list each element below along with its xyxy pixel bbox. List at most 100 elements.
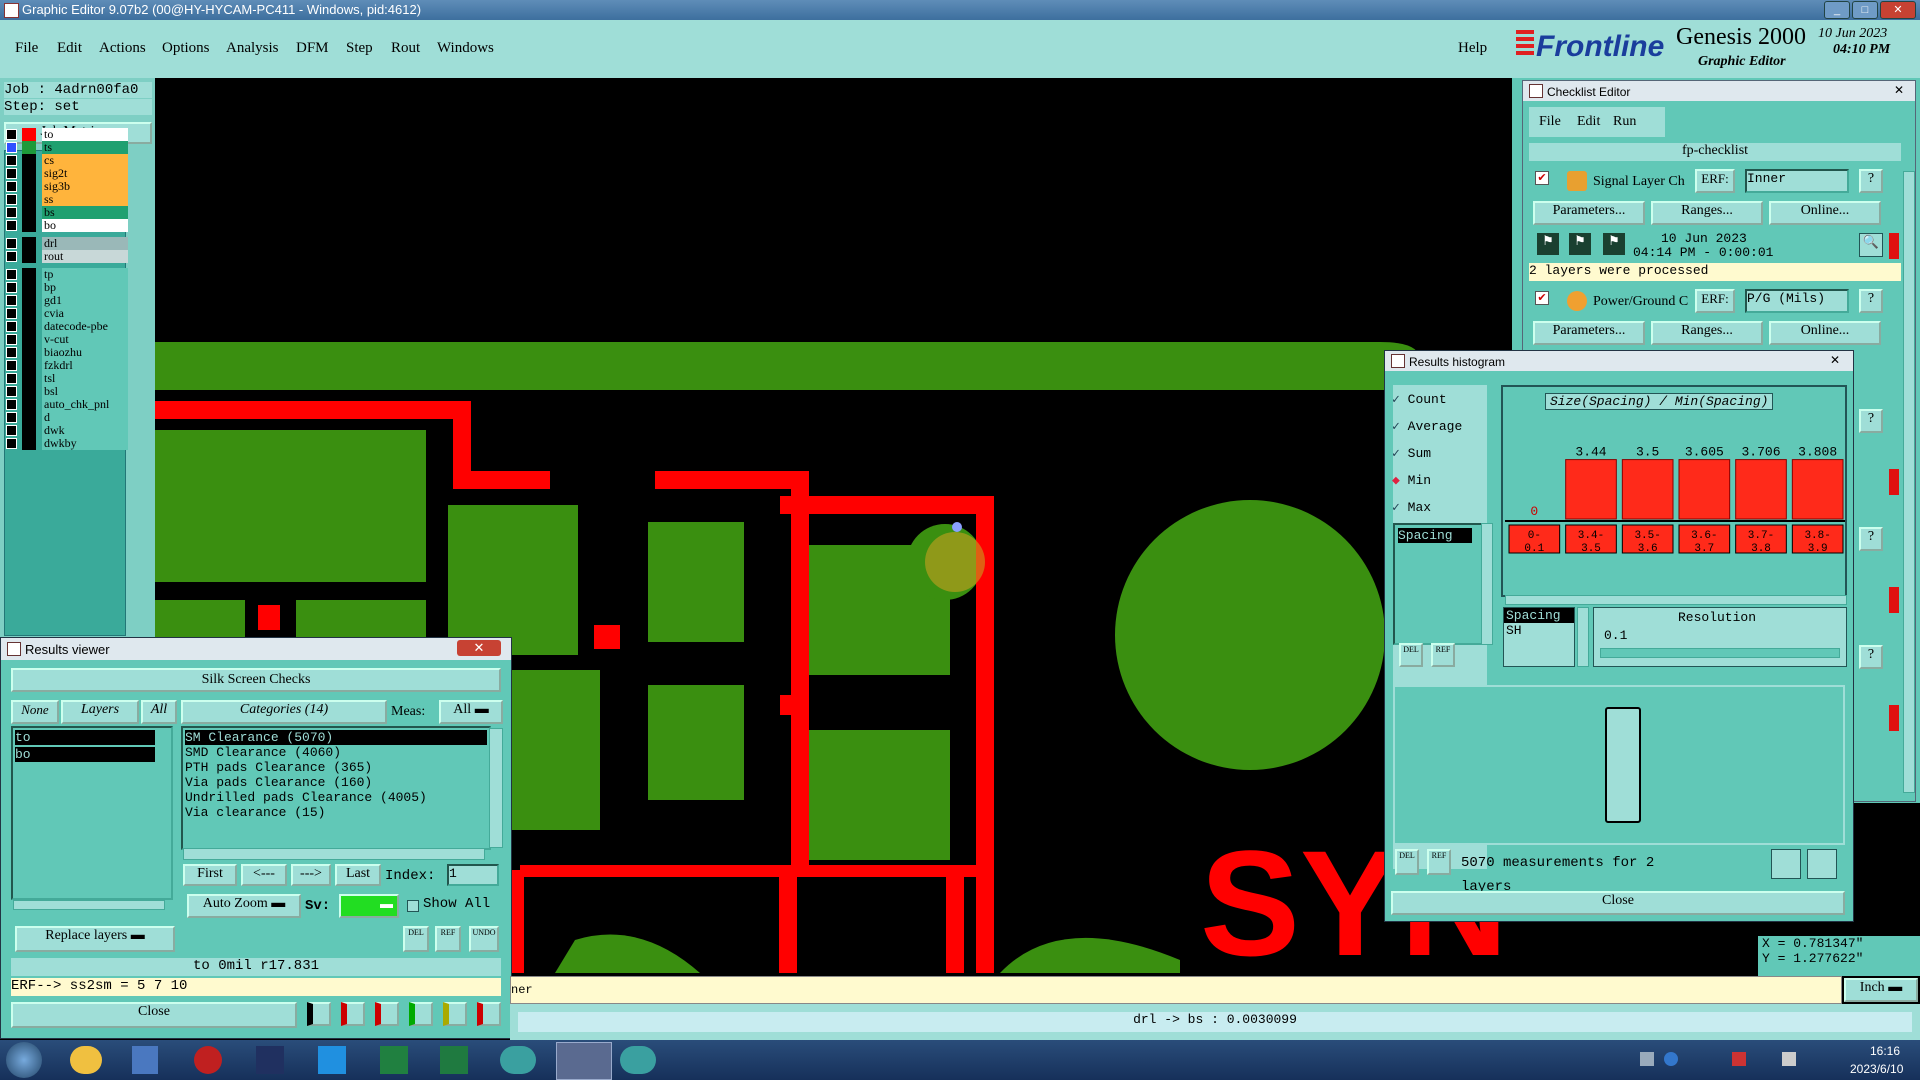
menu-options[interactable]: Options (162, 40, 210, 57)
action1-online-button[interactable]: Online... (1769, 201, 1881, 225)
save-app-icon[interactable] (256, 1046, 284, 1074)
layer-checkbox[interactable] (6, 386, 17, 397)
action2-label[interactable]: Power/Ground C (1593, 294, 1688, 310)
menu-windows[interactable]: Windows (437, 40, 494, 57)
layer-checkbox[interactable] (6, 194, 17, 205)
layer-checkbox[interactable] (6, 238, 17, 249)
messenger-app-icon[interactable] (318, 1046, 346, 1074)
ref-button[interactable]: REF (435, 926, 461, 952)
units-dropdown[interactable]: Inch ▬ (1844, 978, 1918, 1002)
last-button[interactable]: Last (335, 864, 381, 886)
run-icon[interactable]: ⚑ (1569, 233, 1591, 255)
action2-erf-value[interactable]: P/G (Mils) (1745, 289, 1849, 313)
show-all-checkbox[interactable] (407, 900, 419, 912)
layer-name[interactable]: bo (42, 219, 128, 232)
layer-checkbox[interactable] (6, 220, 17, 231)
measure-list-vscroll[interactable] (1481, 523, 1493, 645)
app-p-icon[interactable] (380, 1046, 408, 1074)
checklist-menu-run[interactable]: Run (1613, 114, 1636, 130)
layer-box-scroll[interactable] (1577, 607, 1589, 667)
del-button[interactable]: DEL (403, 926, 429, 952)
results-viewer-close-x[interactable]: ✕ (457, 640, 501, 656)
layer-row-rout[interactable]: rout (6, 250, 128, 263)
layer-color-swatch[interactable] (22, 237, 36, 250)
run-icon[interactable]: ⚑ (1537, 233, 1559, 255)
layer-row-tsl[interactable]: tsl (6, 372, 128, 385)
checklist-menu-edit[interactable]: Edit (1577, 114, 1600, 130)
layer-color-swatch[interactable] (22, 320, 36, 333)
checklist-close-x[interactable]: ✕ (1889, 83, 1909, 97)
histogram-bar[interactable] (1678, 459, 1731, 520)
menu-dfm[interactable]: DFM (296, 40, 329, 57)
action1-checkbox[interactable]: ✔ (1535, 171, 1549, 185)
pointer-icon[interactable] (307, 1002, 331, 1026)
meas-dropdown[interactable]: All ▬ (439, 700, 503, 724)
layer-checkbox[interactable] (6, 321, 17, 332)
layer-checkbox[interactable] (6, 251, 17, 262)
layer-row-gd1[interactable]: gd1 (6, 294, 128, 307)
histogram-option-max[interactable]: ✓ Max (1392, 500, 1431, 515)
layer-color-swatch[interactable] (22, 193, 36, 206)
histogram-option-sum[interactable]: ✓ Sum (1392, 446, 1431, 461)
action2-parameters-button[interactable]: Parameters... (1533, 321, 1645, 345)
menu-file[interactable]: File (15, 40, 38, 57)
layer-color-swatch[interactable] (22, 437, 36, 450)
layer-row-sig3b[interactable]: sig3b (6, 180, 128, 193)
layer-checkbox[interactable] (6, 308, 17, 319)
menu-help[interactable]: Help (1458, 40, 1487, 57)
action2-ranges-button[interactable]: Ranges... (1651, 321, 1763, 345)
layer-row-to[interactable]: to (6, 128, 128, 141)
layer-row-dwkby[interactable]: dwkby (6, 437, 128, 450)
layer-color-swatch[interactable] (22, 141, 36, 154)
category-item[interactable]: Via pads Clearance (160) (185, 775, 487, 790)
layer-color-swatch[interactable] (22, 281, 36, 294)
categories-hscroll[interactable] (183, 848, 485, 860)
layer-row-ss[interactable]: ss (6, 193, 128, 206)
resolution-slider[interactable] (1600, 648, 1840, 658)
layer-checkbox[interactable] (6, 360, 17, 371)
close-window-button[interactable]: ✕ (1880, 1, 1916, 19)
layer-checkbox[interactable] (6, 347, 17, 358)
volume-icon[interactable] (1782, 1052, 1796, 1066)
tray-icon[interactable] (1640, 1052, 1654, 1066)
action2-checkbox[interactable]: ✔ (1535, 291, 1549, 305)
layer-row-d[interactable]: d (6, 411, 128, 424)
layer-row-auto_chk_pnl[interactable]: auto_chk_pnl (6, 398, 128, 411)
histogram-measure-list[interactable]: Spacing (1393, 523, 1483, 645)
results-viewer-close-button[interactable]: Close (11, 1002, 297, 1028)
help-button[interactable]: ? (1859, 409, 1883, 433)
histogram-bar[interactable] (1735, 459, 1787, 520)
category-item[interactable]: SMD Clearance (4060) (185, 745, 487, 760)
layer-checkbox[interactable] (6, 129, 17, 140)
histogram-bar[interactable] (1791, 459, 1844, 520)
layer-checkbox[interactable] (6, 142, 17, 153)
layer-checkbox[interactable] (6, 425, 17, 436)
layer-name[interactable]: auto_chk_pnl (42, 398, 128, 411)
histogram-bar[interactable] (1565, 459, 1617, 520)
menu-step[interactable]: Step (346, 40, 373, 57)
layer-checkbox[interactable] (6, 282, 17, 293)
layer-color-swatch[interactable] (22, 180, 36, 193)
layer-checkbox[interactable] (6, 269, 17, 280)
action1-label[interactable]: Signal Layer Ch (1593, 174, 1685, 190)
layer-color-swatch[interactable] (22, 307, 36, 320)
layers-none-button[interactable]: None (11, 700, 59, 724)
replace-layers-dropdown[interactable]: Replace layers ▬ (15, 926, 175, 952)
screen-icon[interactable] (341, 1002, 365, 1026)
layer-checkbox[interactable] (6, 168, 17, 179)
layer-name[interactable]: sig3b (42, 180, 128, 193)
action1-help-button[interactable]: ? (1859, 169, 1883, 193)
notes-icon[interactable] (443, 1002, 467, 1026)
histogram-ref-button[interactable]: REF (1431, 643, 1455, 667)
menu-edit[interactable]: Edit (57, 40, 82, 57)
layer-color-swatch[interactable] (22, 154, 36, 167)
layer-color-swatch[interactable] (22, 128, 36, 141)
chart-icon[interactable] (477, 1002, 501, 1026)
histogram-option-min[interactable]: ◆ Min (1392, 473, 1431, 488)
layer-row-drl[interactable]: drl (6, 237, 128, 250)
layer-color-swatch[interactable] (22, 268, 36, 281)
measure-item[interactable]: Spacing (1398, 528, 1472, 543)
layer-results-list[interactable]: to bo (11, 726, 173, 900)
tray-network-icon[interactable] (1732, 1052, 1746, 1066)
zoom-icon[interactable]: 🔍 (1859, 233, 1883, 257)
